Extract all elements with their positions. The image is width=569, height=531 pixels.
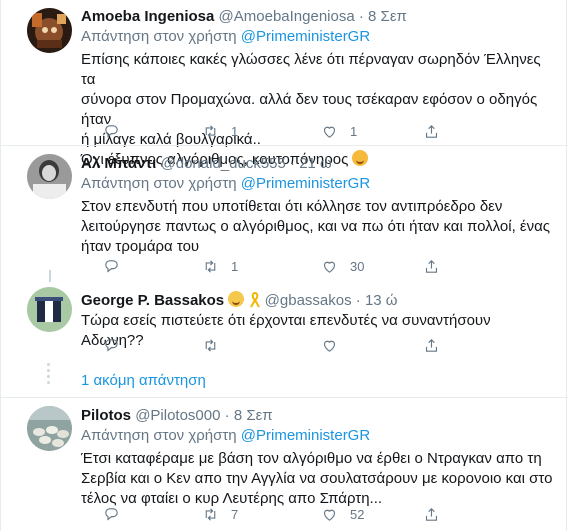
reply-button[interactable] [103, 121, 132, 141]
reply-context: Απάντηση στον χρήστη @PrimeministerGR [81, 175, 370, 193]
tweet-actions [81, 335, 461, 355]
user-handle[interactable]: @AmoebaIngeniosa [219, 8, 355, 25]
tweet-amoeba[interactable]: Amoeba Ingeniosa @AmoebaIngeniosa · 8 Σε… [1, 0, 568, 168]
retweet-button[interactable]: 1 [202, 256, 238, 276]
share-icon [425, 124, 438, 138]
avatar[interactable] [27, 8, 72, 53]
reply-icon [105, 124, 118, 138]
user-handle[interactable]: @donald_duck555 [161, 155, 286, 172]
retweet-icon [205, 507, 216, 521]
like-button[interactable]: 30 [321, 256, 364, 276]
yellow-ribbon-icon [250, 292, 261, 308]
like-count: 30 [350, 258, 365, 274]
mask-emoji-icon [228, 291, 245, 307]
like-count: 52 [350, 506, 365, 522]
separator-dot: · [358, 8, 364, 25]
reply-context: Απάντηση στον χρήστη @PrimeministerGR [81, 427, 370, 445]
share-button[interactable] [423, 121, 440, 141]
tweet-pilotos[interactable]: Pilotos @Pilotos000 · 8 Σεπ Απάντηση στο… [1, 398, 568, 531]
display-name[interactable]: Amoeba Ingeniosa [81, 8, 214, 25]
heart-icon [323, 261, 336, 273]
share-button[interactable] [423, 335, 440, 355]
tweet-text: Έτσι καταφέραμε με βάση τον αλγόριθμο να… [81, 449, 556, 509]
avatar-image [27, 406, 72, 451]
separator-dot: · [290, 155, 296, 172]
tweet-line: ήταν τρομάρα του [81, 238, 200, 255]
mention-link[interactable]: @PrimeministerGR [241, 28, 370, 45]
retweet-count: 1 [231, 258, 239, 274]
avatar-image [27, 287, 72, 332]
share-icon [425, 507, 438, 521]
reply-context: Απάντηση στον χρήστη @PrimeministerGR [81, 28, 370, 46]
reply-icon [105, 507, 118, 521]
tweet-actions: 1 1 [81, 121, 461, 141]
mention-link[interactable]: @PrimeministerGR [241, 175, 370, 192]
separator-dot: · [224, 407, 230, 424]
tweet-line: λειτούργησε παντως ο αλγόριθμος, και να … [81, 218, 551, 235]
avatar-image [27, 8, 72, 53]
conversation-timeline: Amoeba Ingeniosa @AmoebaIngeniosa · 8 Σε… [0, 0, 568, 531]
retweet-icon [205, 259, 216, 273]
display-name[interactable]: George P. Bassakos [81, 292, 224, 309]
thread-connector [49, 270, 51, 282]
avatar[interactable] [27, 287, 72, 332]
mention-link[interactable]: @PrimeministerGR [241, 427, 370, 444]
timestamp[interactable]: 8 Σεπ [368, 8, 407, 25]
timestamp[interactable]: 8 Σεπ [234, 407, 273, 424]
avatar-image [27, 154, 72, 199]
like-button[interactable]: 52 [321, 504, 364, 524]
share-button[interactable] [423, 504, 440, 524]
share-icon [425, 338, 438, 352]
avatar[interactable] [27, 406, 72, 451]
tweet-actions: 7 52 [81, 504, 461, 524]
timestamp[interactable]: 13 ώ [365, 292, 398, 309]
heart-icon [323, 126, 336, 138]
tweet-bassakos[interactable]: George P. Bassakos @gbassakos · 13 ώ Τώρ… [1, 282, 568, 362]
tweet-header: Αλ Μπάντι @donald_duck555 · 21 ώ [81, 155, 332, 173]
retweet-button[interactable]: 7 [202, 504, 238, 524]
tweet-header: Amoeba Ingeniosa @AmoebaIngeniosa · 8 Σε… [81, 8, 407, 26]
reply-prefix: Απάντηση στον χρήστη [81, 175, 237, 192]
tweet-text: Στον επενδυτή που υποτίθεται ότι κόλλησε… [81, 197, 556, 257]
avatar[interactable] [27, 154, 72, 199]
tweet-al-mpanti[interactable]: Αλ Μπάντι @donald_duck555 · 21 ώ Απάντησ… [1, 146, 568, 286]
retweet-button[interactable]: 1 [202, 121, 238, 141]
like-count: 1 [350, 123, 358, 139]
tweet-line: Στον επενδυτή που υποτίθεται ότι κόλλησε… [81, 198, 503, 215]
tweet-line: Επίσης κάποιες κακές γλώσσες λένε ότι πέ… [81, 51, 541, 88]
reply-icon [105, 259, 118, 273]
like-button[interactable] [321, 335, 350, 355]
heart-icon [323, 509, 336, 521]
reply-button[interactable] [103, 504, 132, 524]
tweet-header: George P. Bassakos @gbassakos · 13 ώ [81, 291, 398, 310]
tweet-header: Pilotos @Pilotos000 · 8 Σεπ [81, 407, 273, 425]
reply-prefix: Απάντηση στον χρήστη [81, 28, 237, 45]
retweet-count: 7 [231, 506, 239, 522]
reply-prefix: Απάντηση στον χρήστη [81, 427, 237, 444]
separator-dot: · [355, 292, 361, 309]
display-name[interactable]: Pilotos [81, 407, 131, 424]
show-more-replies-link[interactable]: 1 ακόμη απάντηση [81, 372, 206, 389]
reply-icon [105, 338, 118, 352]
reply-button[interactable] [103, 256, 132, 276]
display-name[interactable]: Αλ Μπάντι [81, 155, 156, 172]
tweet-actions: 1 30 [81, 256, 461, 276]
retweet-button[interactable] [202, 335, 231, 355]
tweet-line: Έτσι καταφέραμε με βάση τον αλγόριθμο να… [81, 450, 542, 467]
retweet-count: 1 [231, 123, 239, 139]
thread-ellipsis-dots [47, 363, 50, 387]
heart-icon [323, 340, 336, 352]
reply-button[interactable] [103, 335, 132, 355]
like-button[interactable]: 1 [321, 121, 357, 141]
user-handle[interactable]: @gbassakos [265, 292, 352, 309]
tweet-line: Σερβία και ο Κεν απο την Αγγλία να σουλα… [81, 470, 553, 487]
share-icon [425, 259, 438, 273]
timestamp[interactable]: 21 ώ [299, 155, 332, 172]
retweet-icon [205, 124, 216, 138]
share-button[interactable] [423, 256, 440, 276]
retweet-icon [205, 338, 216, 352]
user-handle[interactable]: @Pilotos000 [135, 407, 220, 424]
